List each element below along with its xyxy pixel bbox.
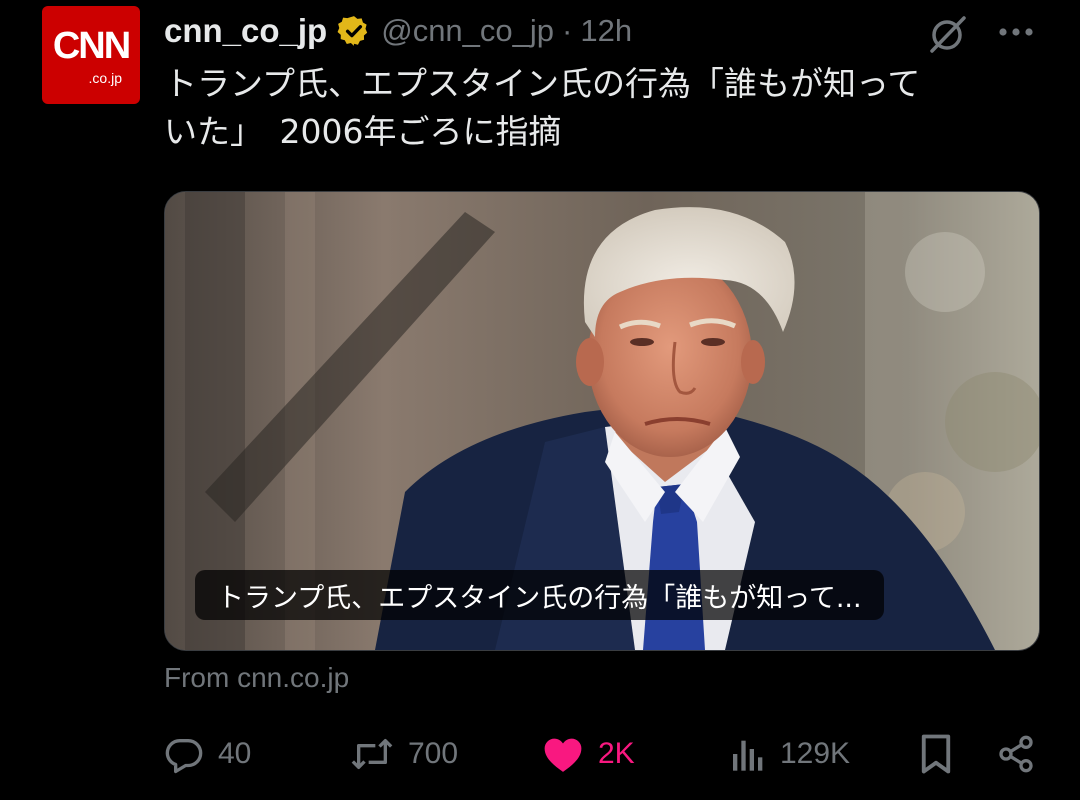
share-button[interactable] xyxy=(996,732,1036,776)
verified-badge-icon[interactable] xyxy=(337,14,371,48)
reply-icon xyxy=(165,739,203,774)
views-count: 129K xyxy=(780,737,851,770)
repost-button[interactable]: 700 xyxy=(350,732,458,776)
avatar-logo-text: CNN xyxy=(52,25,131,67)
grok-icon[interactable] xyxy=(926,12,970,56)
reply-count: 40 xyxy=(218,737,252,770)
avatar-sub-text: .co.jp xyxy=(88,70,122,86)
views-icon xyxy=(733,740,763,771)
link-preview-card[interactable]: トランプ氏、エプスタイン氏の行為「誰もが知って... xyxy=(164,191,1040,651)
repost-count: 700 xyxy=(408,737,459,770)
tweet-text: トランプ氏、エプスタイン氏の行為「誰もが知って いた」 2006年ごろに指摘 xyxy=(164,64,921,151)
display-name[interactable]: cnn_co_jp xyxy=(164,12,327,50)
reply-button[interactable]: 40 xyxy=(164,732,251,776)
timestamp[interactable]: 12h xyxy=(580,13,632,49)
retweet-icon xyxy=(351,739,393,769)
tweet-header: cnn_co_jp @cnn_co_jp · 12h xyxy=(164,8,632,54)
media-caption: トランプ氏、エプスタイン氏の行為「誰もが知って... xyxy=(195,570,884,620)
bookmark-button[interactable] xyxy=(918,732,954,776)
header-separator: · xyxy=(562,13,573,48)
user-handle[interactable]: @cnn_co_jp xyxy=(381,13,554,49)
heart-icon xyxy=(544,738,582,772)
bookmark-icon xyxy=(921,734,951,774)
views-button[interactable]: 129K xyxy=(730,732,850,776)
link-source[interactable]: From cnn.co.jp xyxy=(164,662,349,694)
share-icon xyxy=(999,735,1033,773)
more-options-icon[interactable] xyxy=(996,22,1036,42)
like-button[interactable]: 2K xyxy=(542,732,635,776)
account-avatar[interactable]: CNN .co.jp xyxy=(42,6,140,104)
like-count: 2K xyxy=(598,737,635,770)
